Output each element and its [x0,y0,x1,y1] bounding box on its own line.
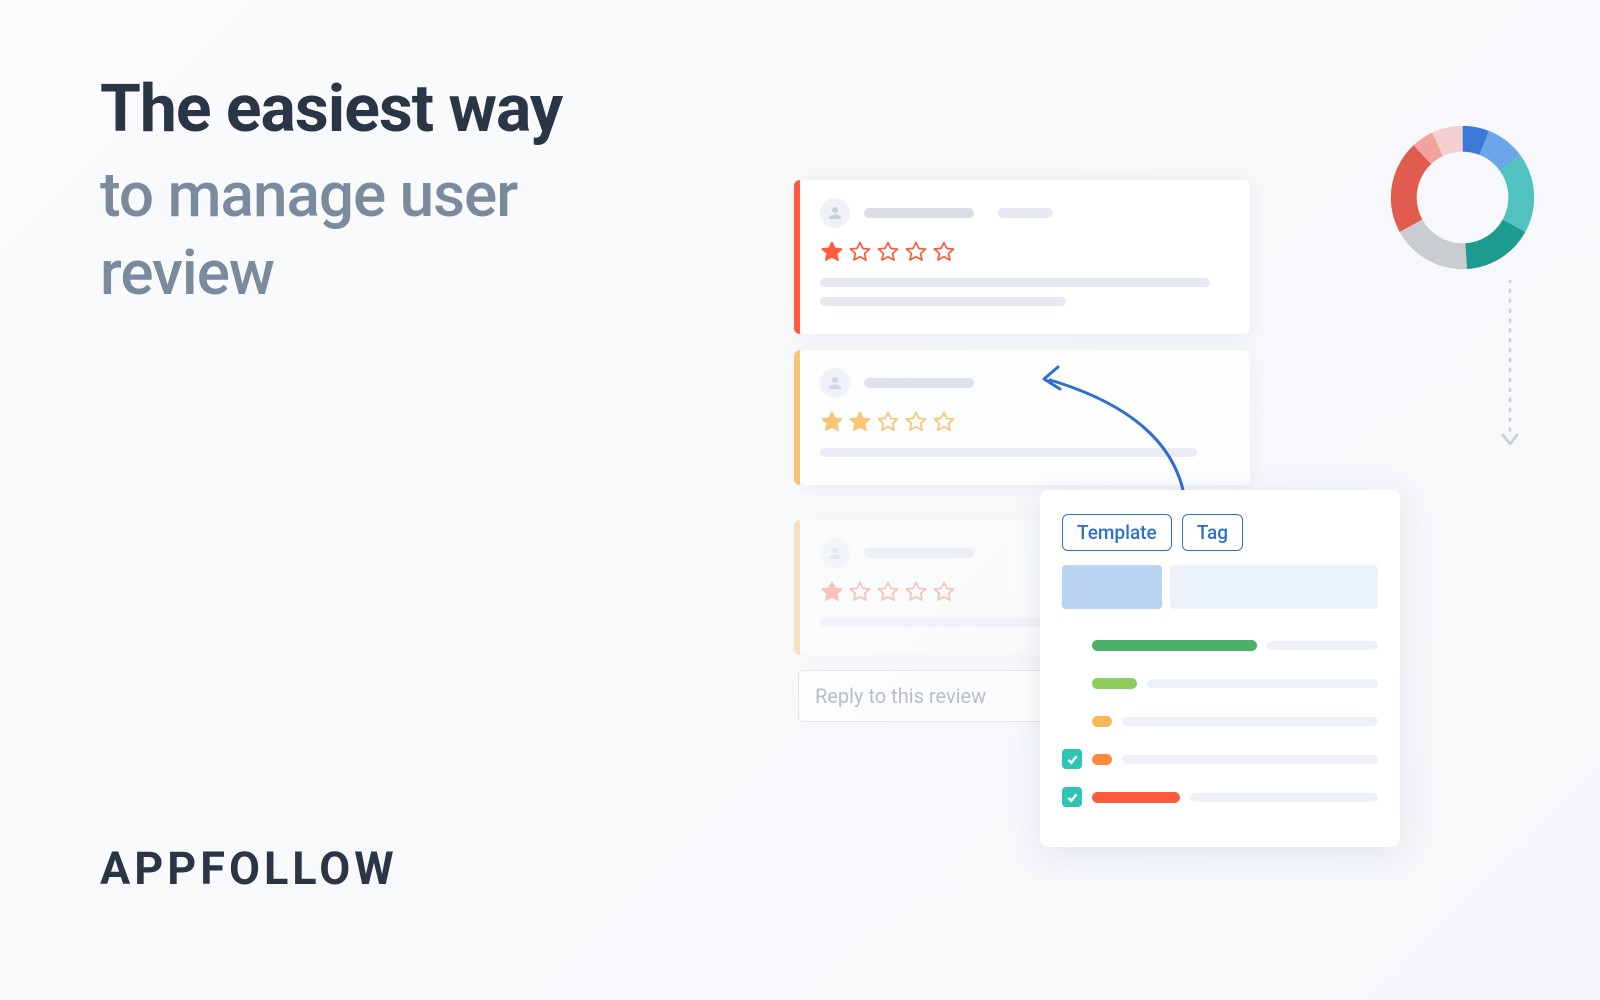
template-pill [1092,678,1137,689]
review-card [800,180,1250,334]
check-icon [1062,749,1082,769]
avatar-icon [820,198,850,228]
star-icon [932,580,956,604]
headline: The easiest way to manage user review [100,70,700,312]
dotted-arrow-down-icon [1500,280,1520,460]
tab-tag[interactable]: Tag [1182,514,1243,551]
template-list-item[interactable] [1062,711,1378,731]
star-icon [904,410,928,434]
reviewer-name-placeholder [864,208,974,218]
headline-line-2: to manage user review [100,157,700,312]
reviewer-name-placeholder [864,548,974,558]
avatar-icon [820,368,850,398]
template-trail [1267,641,1378,650]
star-icon [820,580,844,604]
star-icon [876,240,900,264]
star-icon [876,410,900,434]
template-list-item[interactable] [1062,749,1378,769]
template-pill [1092,716,1112,727]
tab-template[interactable]: Template [1062,514,1172,551]
star-icon [848,240,872,264]
star-icon [932,410,956,434]
template-trail [1190,793,1378,802]
template-trail [1122,717,1378,726]
reply-input-placeholder: Reply to this review [815,684,986,708]
template-list [1062,635,1378,807]
star-icon [904,240,928,264]
template-list-item[interactable] [1062,673,1378,693]
star-icon [820,410,844,434]
brand-logo-text: APPFOLLOW [100,842,398,895]
star-icon [904,580,928,604]
template-list-item[interactable] [1062,635,1378,655]
star-icon [848,410,872,434]
avatar-icon [820,538,850,568]
check-icon [1062,787,1082,807]
hero-illustration: Reply to this review Template Tag [800,180,1500,880]
star-icon [932,240,956,264]
donut-chart [1385,120,1540,275]
review-date-placeholder [998,208,1053,218]
review-text-line [820,278,1210,287]
template-pill [1092,640,1257,651]
template-pill [1092,754,1112,765]
template-preview-block [1062,565,1162,609]
template-list-item[interactable] [1062,787,1378,807]
reviewer-name-placeholder [864,378,974,388]
template-pill [1092,792,1180,803]
template-trail [1147,679,1378,688]
headline-line-1: The easiest way [100,70,700,149]
review-card-accent [794,520,800,655]
template-trail [1122,755,1378,764]
star-icon [848,580,872,604]
template-preview-block [1170,565,1378,609]
review-card-accent [794,180,800,334]
star-icon [820,240,844,264]
review-card-accent [794,350,800,485]
star-rating [820,240,1230,264]
review-text-line [820,297,1066,306]
star-icon [876,580,900,604]
template-panel: Template Tag [1040,490,1400,847]
